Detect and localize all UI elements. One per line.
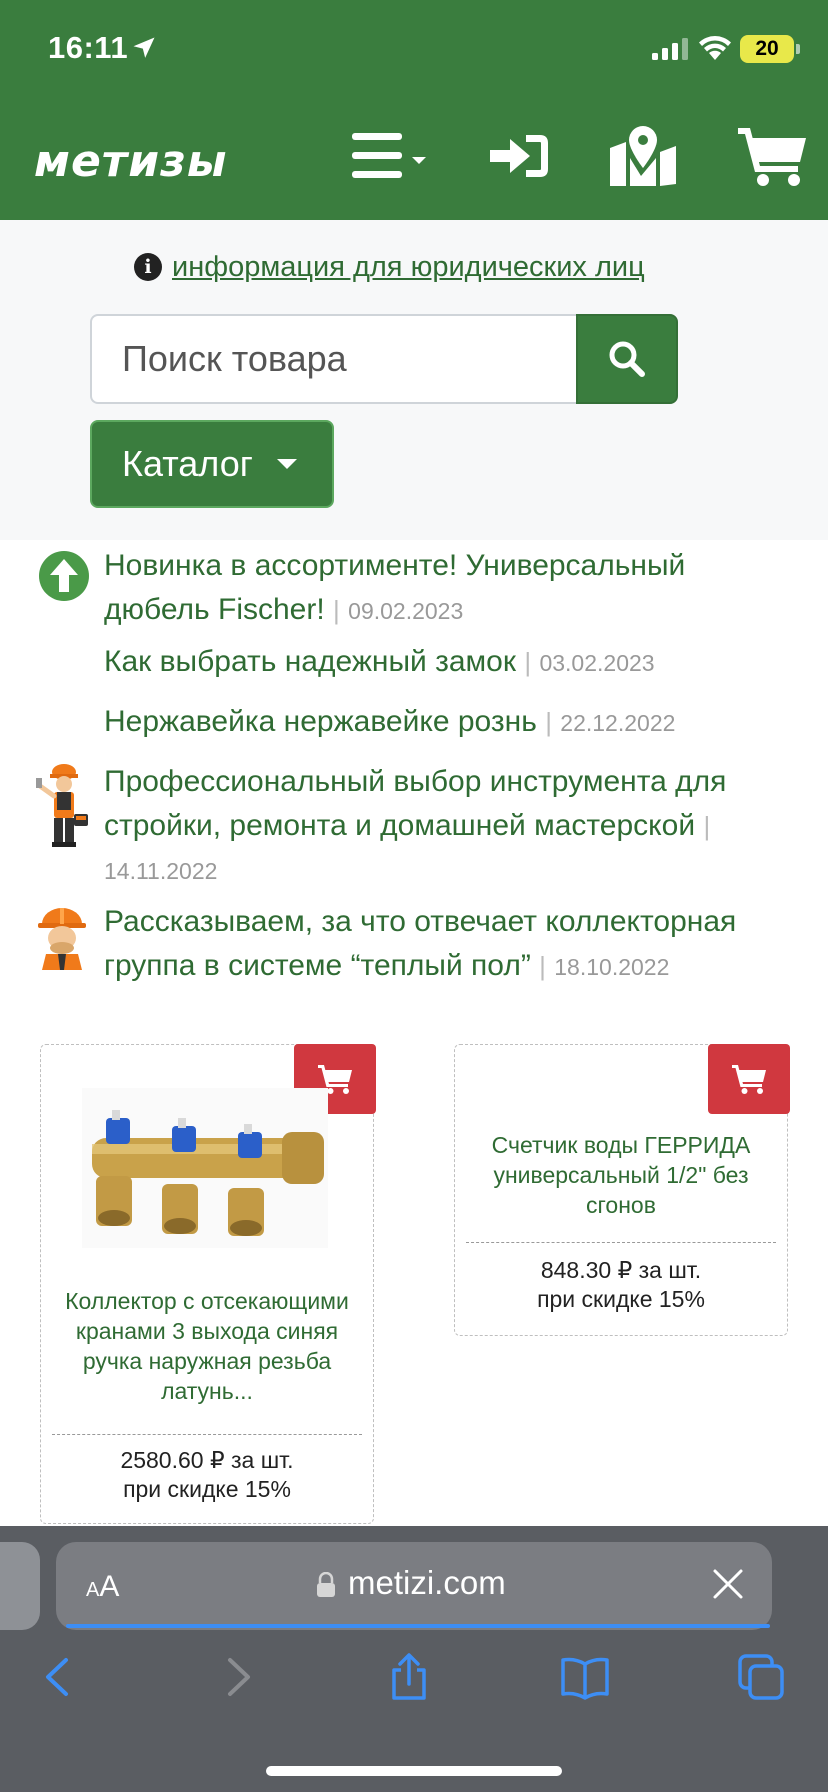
previous-tab-preview[interactable]	[0, 1542, 40, 1630]
news-separator: |	[703, 811, 711, 841]
close-icon[interactable]	[710, 1566, 746, 1602]
product-title[interactable]: Счетчик воды ГЕРРИДА универсальный 1/2" …	[472, 1130, 770, 1220]
cart-icon	[732, 1065, 766, 1094]
news-separator: |	[524, 647, 532, 677]
news-date: 18.10.2022	[554, 954, 670, 980]
news-item[interactable]: Новинка в ассортименте! Универсальный дю…	[104, 544, 794, 633]
add-to-cart-button[interactable]	[708, 1044, 790, 1114]
product-discount: при скидке 15%	[123, 1476, 291, 1502]
wifi-icon	[699, 36, 731, 60]
map-button[interactable]	[608, 124, 678, 188]
battery-nub	[796, 44, 800, 54]
battery-indicator: 20	[740, 35, 794, 63]
worker-helmet-icon	[38, 908, 86, 970]
menu-button[interactable]	[350, 124, 430, 188]
legal-entities-link[interactable]: информация для юридических лиц	[172, 251, 645, 284]
caret-down-icon	[276, 459, 297, 469]
page-load-progress	[66, 1624, 770, 1628]
shopping-cart-icon	[738, 128, 806, 186]
news-separator: |	[545, 707, 552, 737]
home-indicator[interactable]	[266, 1766, 562, 1776]
product-title[interactable]: Коллектор с отсекающими кранами 3 выхода…	[54, 1286, 360, 1432]
tabs-icon[interactable]	[736, 1652, 786, 1702]
news-title[interactable]: Профессиональный выбор инструмента для с…	[104, 765, 726, 842]
catalog-dropdown-button[interactable]: Каталог	[90, 420, 334, 508]
news-date: 03.02.2023	[539, 650, 655, 676]
login-button[interactable]	[488, 124, 552, 188]
product-price-block: 848.30 ₽ за шт. при скидке 15%	[458, 1256, 784, 1314]
news-date: 09.02.2023	[348, 598, 464, 624]
status-bar: 16:11 20	[0, 0, 828, 100]
news-separator: |	[539, 951, 546, 981]
url-text[interactable]: metizi.com	[348, 1564, 506, 1602]
product-price-block: 2580.60 ₽ за шт. при скидке 15%	[44, 1446, 370, 1504]
share-icon[interactable]	[384, 1652, 434, 1702]
news-item[interactable]: Нержавейка нержавейке рознь | 22.12.2022	[104, 700, 794, 745]
cart-button[interactable]	[736, 124, 808, 188]
news-date: 22.12.2022	[560, 710, 676, 736]
cellular-signal-icon	[652, 38, 688, 60]
back-icon[interactable]	[34, 1652, 84, 1702]
info-icon: i	[134, 253, 162, 281]
sign-in-icon	[490, 135, 548, 177]
card-divider	[52, 1434, 362, 1435]
news-title[interactable]: Нержавейка нержавейке рознь	[104, 705, 537, 738]
search-icon	[609, 341, 645, 377]
search-input[interactable]	[90, 314, 578, 404]
search-button[interactable]	[576, 314, 678, 404]
forward-icon[interactable]	[212, 1652, 262, 1702]
collector-product-image[interactable]	[82, 1088, 328, 1248]
site-logo[interactable]: метизы	[34, 136, 228, 187]
product-discount: при скидке 15%	[537, 1286, 705, 1312]
status-time: 16:11	[48, 30, 129, 65]
news-separator: |	[333, 595, 340, 625]
legal-info-row: i информация для юридических лиц	[134, 250, 645, 284]
reader-settings-button[interactable]: AA	[86, 1570, 119, 1604]
lock-icon	[317, 1572, 335, 1597]
worker-with-toolbox-icon	[36, 764, 88, 847]
news-title[interactable]: Как выбрать надежный замок	[104, 645, 516, 678]
catalog-label: Каталог	[122, 443, 253, 484]
news-date: 14.11.2022	[104, 858, 218, 884]
location-arrow-icon	[133, 37, 155, 58]
product-price: 2580.60 ₽ за шт.	[120, 1447, 294, 1473]
hamburger-menu-icon	[352, 133, 426, 178]
card-divider	[466, 1242, 776, 1243]
news-item[interactable]: Рассказываем, за что отвечает коллекторн…	[104, 900, 794, 989]
bookmarks-icon[interactable]	[560, 1652, 610, 1702]
product-price: 848.30 ₽ за шт.	[540, 1257, 702, 1283]
arrow-up-circle-icon	[39, 551, 89, 601]
map-marker-icon	[610, 126, 676, 186]
news-item[interactable]: Профессиональный выбор инструмента для с…	[104, 760, 794, 893]
news-item[interactable]: Как выбрать надежный замок | 03.02.2023	[104, 640, 794, 685]
